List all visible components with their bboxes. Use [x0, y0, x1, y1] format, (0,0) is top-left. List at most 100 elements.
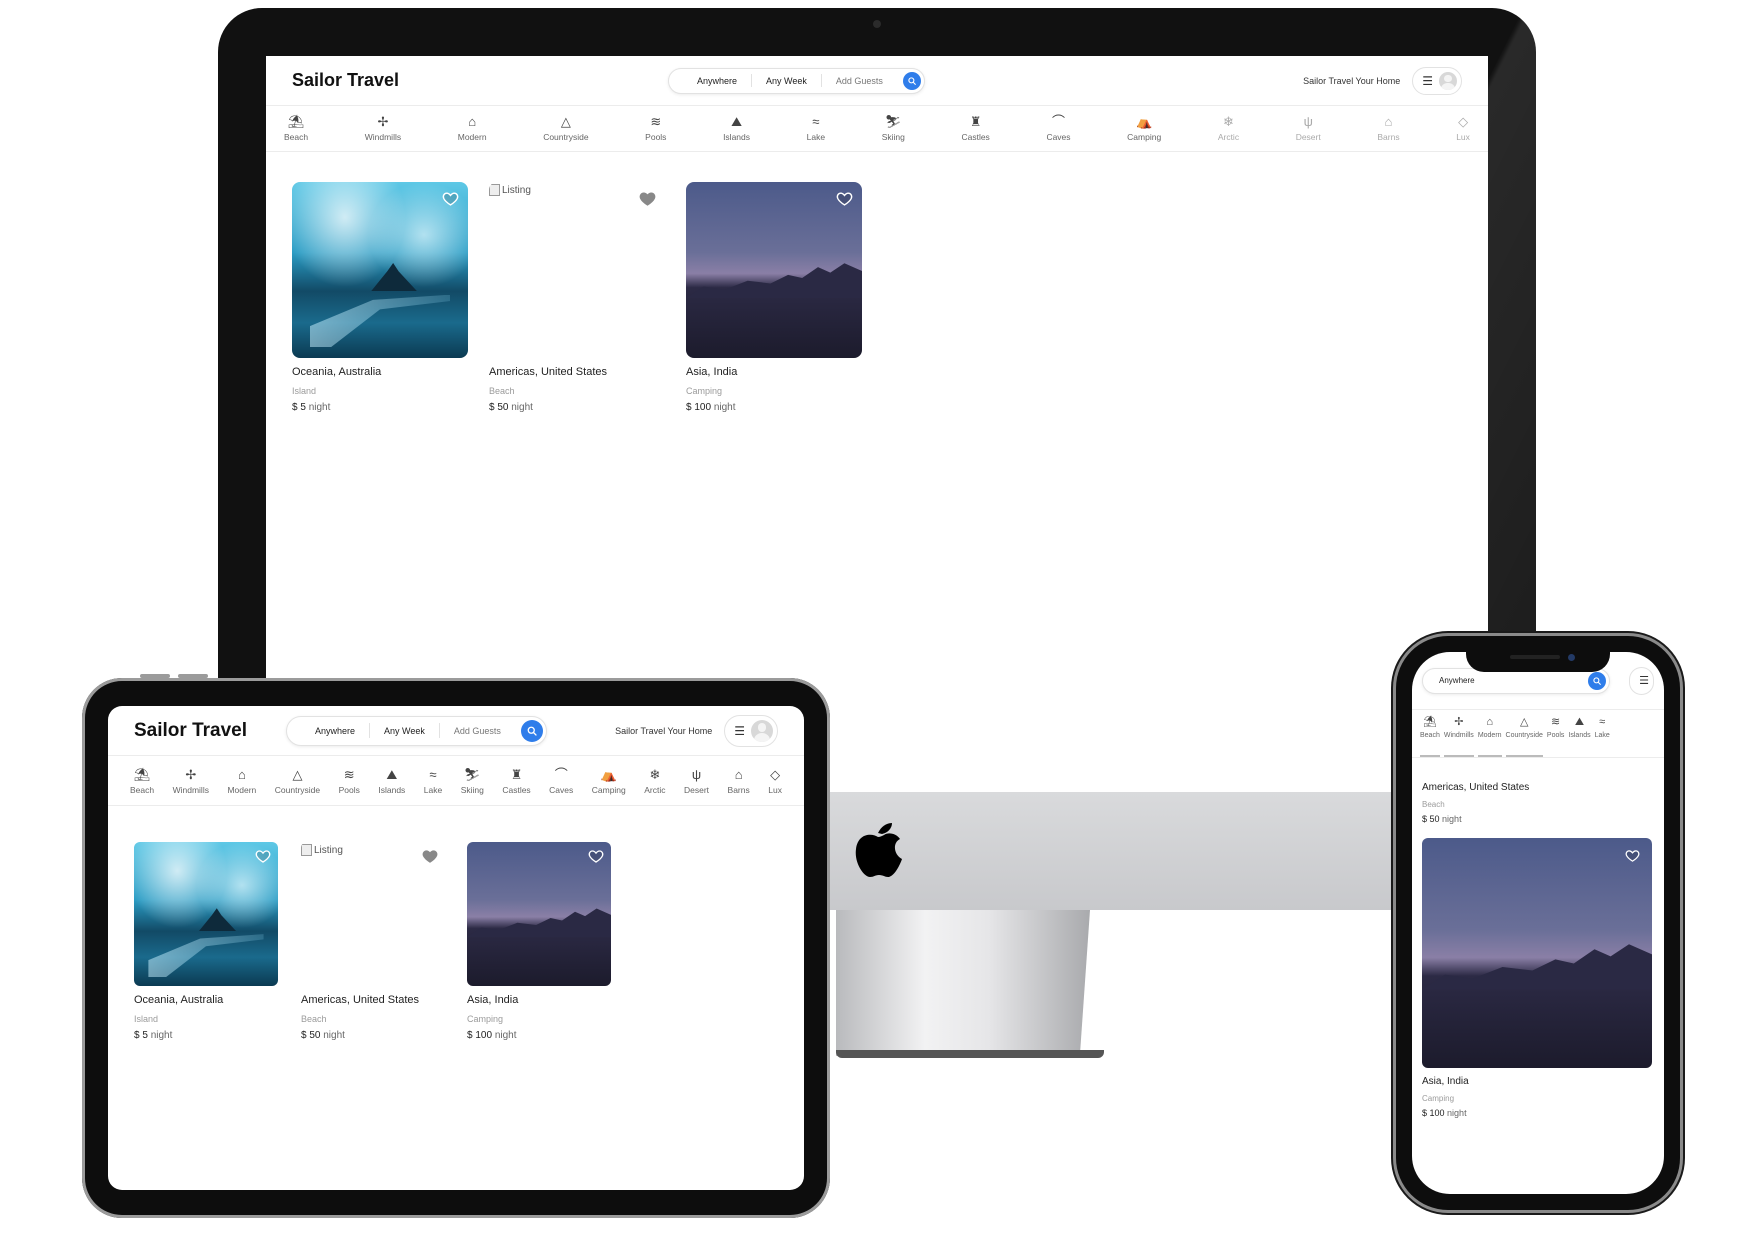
listing-card[interactable]: Oceania, Australia Island $ 5 night — [134, 842, 278, 1041]
listing-category: Beach — [1422, 800, 1445, 809]
category-label: Pools — [1546, 732, 1565, 739]
listing-card[interactable]: Americas, United States Beach $ 50 night — [1422, 774, 1652, 824]
category-camping[interactable]: ⛺ Camping — [1127, 106, 1161, 151]
category-countryside[interactable]: △ Countryside — [275, 756, 320, 805]
beach-icon: ⛱ — [133, 767, 151, 782]
hamburger-menu-icon: ☰ — [1639, 675, 1649, 687]
search-anywhere[interactable]: Anywhere — [301, 726, 369, 736]
listing-card[interactable]: Asia, India Camping $ 100 night — [686, 182, 862, 413]
listing-details: Oceania, Australia Island $ 5 night — [134, 994, 278, 1041]
listing-price: $ 50 night — [301, 1030, 445, 1041]
favorite-heart-icon[interactable] — [422, 848, 438, 869]
category-lake[interactable]: ≈ Lake — [807, 106, 825, 151]
search-anywhere[interactable]: Anywhere — [683, 76, 751, 86]
category-caves[interactable]: ⌒ Caves — [549, 756, 573, 805]
category-modern[interactable]: ⌂ Modern — [1477, 710, 1502, 757]
listing-location: Americas, United States — [301, 994, 419, 1006]
search-anywhere[interactable]: Anywhere — [1437, 676, 1477, 685]
listing-card[interactable]: Listing Americas, United States Beach $ 50 … — [301, 842, 445, 1041]
favorite-heart-icon[interactable] — [639, 190, 656, 212]
image-alt-text: Listing — [314, 844, 343, 856]
category-windmills[interactable]: ✢ Windmills — [365, 106, 401, 151]
category-modern[interactable]: ⌂ Modern — [227, 756, 256, 805]
category-skiing[interactable]: ⛷ Skiing — [882, 106, 905, 151]
category-pools[interactable]: ≋ Pools — [1547, 710, 1565, 757]
logo[interactable]: Sailor Travel — [292, 70, 668, 91]
user-menu[interactable]: ☰ — [1412, 66, 1462, 95]
category-label: Islands — [723, 132, 750, 142]
favorite-heart-icon[interactable] — [1625, 848, 1640, 868]
listing-image[interactable]: Listing — [489, 182, 665, 358]
listing-details: Americas, United States Beach $ 50 night — [1422, 782, 1652, 824]
category-camping[interactable]: ⛺ Camping — [592, 756, 626, 805]
search-button[interactable] — [1588, 671, 1606, 690]
category-desert[interactable]: ψ Desert — [1296, 106, 1321, 151]
listing-image[interactable] — [1422, 838, 1652, 1068]
category-lux[interactable]: ◇ Lux — [1456, 106, 1470, 151]
listing-card[interactable]: Listing Americas, United States Beach $ 50 … — [489, 182, 665, 413]
search-button[interactable] — [520, 719, 543, 742]
category-countryside[interactable]: △ Countryside — [543, 106, 588, 151]
listing-image[interactable] — [134, 842, 278, 986]
category-label: Windmills — [364, 132, 402, 142]
listing-image[interactable]: Listing — [301, 842, 445, 986]
category-lake[interactable]: ≈ Lake — [1595, 710, 1610, 757]
category-castles[interactable]: ♜ Castles — [502, 756, 530, 805]
category-windmills[interactable]: ✢ Windmills — [1443, 710, 1474, 757]
tablet-screen: Sailor Travel Anywhere Any Week Add Guests S… — [108, 706, 804, 1190]
category-bar: ⛱ Beach ✢ Windmills ⌂ Modern △ Countryside ≋ Pool… — [266, 106, 1488, 152]
host-your-home-link[interactable]: Sailor Travel Your Home — [615, 726, 712, 736]
cave-icon: ⌒ — [554, 767, 568, 782]
category-islands[interactable]: ⛰ Islands — [1568, 710, 1590, 757]
search-bar[interactable]: Anywhere Any Week Add Guests — [286, 715, 547, 746]
search-add-guests[interactable]: Add Guests — [822, 76, 897, 86]
category-beach[interactable]: ⛱ Beach — [284, 106, 308, 151]
listing-card[interactable]: Asia, India Camping $ 100 night — [467, 842, 611, 1041]
category-caves[interactable]: ⌒ Caves — [1046, 106, 1070, 151]
category-label: Lux — [768, 785, 782, 795]
mountain-ridge — [1422, 944, 1652, 990]
search-bar[interactable]: Anywhere Any Week Add Guests — [668, 67, 925, 94]
category-pools[interactable]: ≋ Pools — [339, 756, 360, 805]
logo[interactable]: Sailor Travel — [134, 720, 286, 742]
category-label: Countryside — [274, 785, 321, 795]
listing-image[interactable] — [467, 842, 611, 986]
category-skiing[interactable]: ⛷ Skiing — [461, 756, 484, 805]
category-islands[interactable]: ⛰ Islands — [378, 756, 405, 805]
listing-card[interactable]: Asia, India Camping $ 100 night — [1422, 838, 1652, 1118]
category-barns[interactable]: ⌂ Barns — [728, 756, 750, 805]
search-add-guests[interactable]: Add Guests — [440, 726, 515, 736]
phone-screen: Anywhere ☰ ⛱ Beach ✢ Windmills ⌂ Modern △ Country… — [1412, 652, 1664, 1194]
category-countryside[interactable]: △ Countryside — [1505, 710, 1543, 757]
mountain-ridge — [467, 908, 611, 938]
category-windmills[interactable]: ✢ Windmills — [173, 756, 209, 805]
category-desert[interactable]: ψ Desert — [684, 756, 709, 805]
category-lake[interactable]: ≈ Lake — [424, 756, 442, 805]
listing-image[interactable] — [686, 182, 862, 358]
listing-image[interactable] — [292, 182, 468, 358]
category-modern[interactable]: ⌂ Modern — [458, 106, 487, 151]
search-button[interactable] — [902, 71, 921, 90]
favorite-heart-icon[interactable] — [255, 848, 271, 869]
category-islands[interactable]: ⛰ Islands — [723, 106, 750, 151]
category-lux[interactable]: ◇ Lux — [768, 756, 782, 805]
category-arctic[interactable]: ❄ Arctic — [1218, 106, 1239, 151]
favorite-heart-icon[interactable] — [588, 848, 604, 869]
broken-image-glyph — [301, 844, 312, 856]
category-beach[interactable]: ⛱ Beach — [130, 756, 154, 805]
listing-card[interactable]: Oceania, Australia Island $ 5 night — [292, 182, 468, 413]
category-barns[interactable]: ⌂ Barns — [1377, 106, 1399, 151]
search-any-week[interactable]: Any Week — [752, 76, 821, 86]
favorite-heart-icon[interactable] — [442, 190, 459, 212]
favorite-heart-icon[interactable] — [836, 190, 853, 212]
user-menu[interactable]: ☰ — [724, 714, 778, 747]
user-menu[interactable]: ☰ — [1629, 666, 1654, 695]
listing-location: Asia, India — [467, 994, 519, 1006]
category-beach[interactable]: ⛱ Beach — [1420, 710, 1440, 757]
category-pools[interactable]: ≋ Pools — [645, 106, 666, 151]
host-your-home-link[interactable]: Sailor Travel Your Home — [1303, 76, 1400, 86]
category-castles[interactable]: ♜ Castles — [961, 106, 989, 151]
search-any-week[interactable]: Any Week — [370, 726, 439, 736]
phone-speaker — [1510, 655, 1560, 659]
category-arctic[interactable]: ❄ Arctic — [644, 756, 665, 805]
